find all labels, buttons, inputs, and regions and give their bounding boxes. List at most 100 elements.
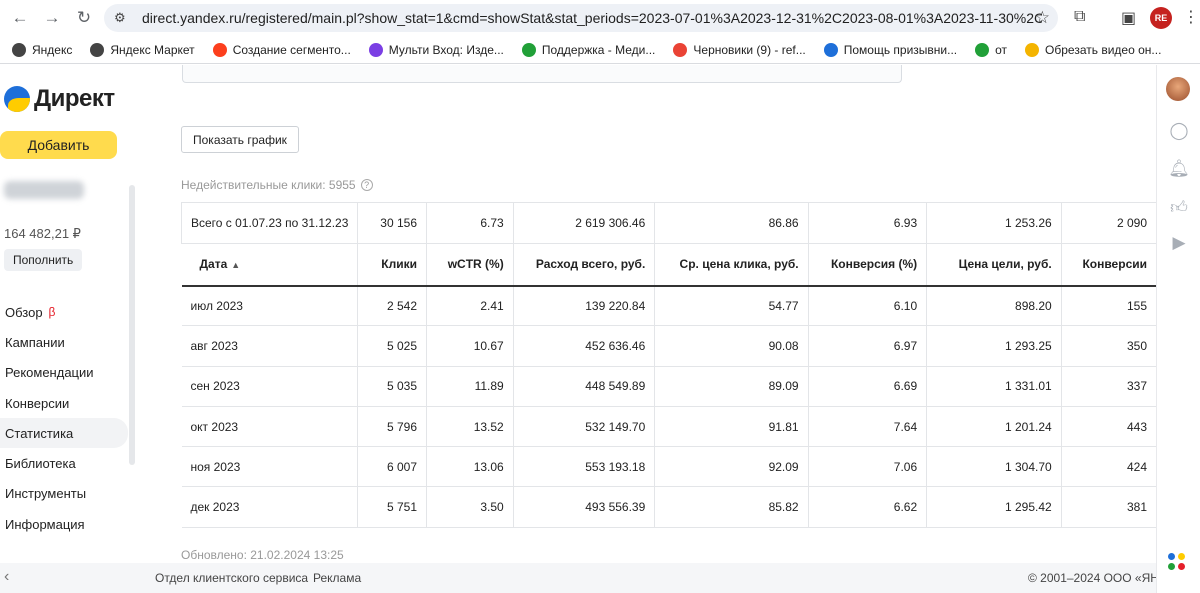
- sidebar-scrollbar[interactable]: [129, 185, 135, 465]
- reload-icon[interactable]: ↻: [72, 6, 96, 30]
- sidebar-menu: Обзор β Кампании Рекомендации Конверсии Стати…: [0, 297, 128, 539]
- bookmark-item[interactable]: Помощь призывни...: [823, 42, 958, 57]
- invalid-clicks-text: Недействительные клики: 5955: [181, 178, 356, 192]
- collapse-sidebar-icon[interactable]: ‹: [4, 568, 9, 586]
- browser-menu-icon[interactable]: ⋮: [1183, 7, 1199, 27]
- show-graph-button[interactable]: Показать график: [181, 126, 299, 153]
- bookmark-item[interactable]: Черновики (9) - ref...: [673, 42, 806, 57]
- chat-icon[interactable]: ◯: [1157, 121, 1200, 141]
- table-cell: 155: [1061, 285, 1156, 327]
- footer-copyright: © 2001–2024 ООО «ЯНДЕКС»: [1028, 571, 1158, 585]
- site-settings-icon[interactable]: ⚙: [114, 10, 136, 26]
- sidebar-item-label: Инструменты: [5, 486, 87, 502]
- bookmark-item[interactable]: Яндекс Маркет: [90, 42, 195, 57]
- bookmark-favicon-icon: [212, 42, 227, 57]
- sidebar-item-label: Обзор: [5, 304, 43, 320]
- sidebar-item-label: Рекомендации: [5, 365, 94, 381]
- footer-link-ads[interactable]: Реклама: [313, 571, 361, 585]
- services-grid-icon[interactable]: [1168, 553, 1188, 573]
- table-cell: 90.08: [654, 325, 809, 367]
- footer-link-client-service[interactable]: Отдел клиентского сервиса: [155, 571, 308, 585]
- column-header[interactable]: Ср. цена клика, руб.: [654, 243, 809, 287]
- table-cell: 7.06: [808, 446, 928, 488]
- logo-text: Директ: [34, 85, 115, 112]
- bookmark-star-icon[interactable]: ☆: [1035, 8, 1050, 28]
- account-name-blurred[interactable]: [4, 181, 84, 199]
- table-cell: июл 2023: [181, 285, 359, 327]
- main-content: Показать график Недействительные клики: …: [138, 65, 1156, 563]
- column-header[interactable]: Конверсия (%): [808, 243, 928, 287]
- table-cell: сен 2023: [181, 366, 359, 407]
- direct-logo[interactable]: Директ: [4, 85, 115, 113]
- filter-panel-bottom: [182, 65, 902, 83]
- bookmark-label: Черновики (9) - ref...: [693, 42, 806, 57]
- table-cell: 1 201.24: [926, 406, 1062, 448]
- sidebar-item[interactable]: Статистика: [0, 418, 128, 449]
- table-row: авг 2023 5 025 10.67 452 636.46 90.08 6.97 1 2…: [181, 325, 1156, 367]
- column-header[interactable]: Расход всего, руб.: [513, 243, 656, 287]
- table-header-row: Дата ▲ Клики wCTR (%) Расход всего, руб. Ср. …: [181, 243, 1156, 287]
- url-text[interactable]: direct.yandex.ru/registered/main.pl?show…: [142, 10, 1042, 26]
- forward-icon[interactable]: →: [40, 6, 64, 30]
- table-cell: 92.09: [654, 446, 809, 488]
- direct-logo-icon: [4, 86, 30, 112]
- sidebar-item[interactable]: Обзор β: [0, 297, 128, 327]
- table-cell: 6.93: [808, 202, 928, 244]
- updated-timestamp: Обновлено: 21.02.2024 13:25: [181, 548, 344, 562]
- sidebar-item[interactable]: Библиотека: [0, 448, 128, 478]
- stats-table: Всего с 01.07.23 по 31.12.23 30 156 6.73 2 …: [180, 202, 1156, 528]
- footer: ‹ Отдел клиентского сервиса Реклама © 20…: [0, 563, 1158, 593]
- table-cell: 452 636.46: [513, 325, 656, 367]
- sidebar-item[interactable]: Конверсии: [0, 388, 128, 418]
- column-header-label: Расход всего, руб.: [535, 257, 646, 272]
- bookmark-item[interactable]: от: [975, 42, 1007, 57]
- table-cell: 337: [1061, 366, 1156, 407]
- user-avatar[interactable]: [1166, 77, 1190, 101]
- sidebar-item[interactable]: Кампании: [0, 327, 128, 357]
- column-header[interactable]: Дата ▲: [181, 243, 359, 287]
- table-row: дек 2023 5 751 3.50 493 556.39 85.82 6.62 1 29…: [181, 486, 1156, 528]
- topup-button[interactable]: Пополнить: [4, 249, 83, 271]
- bookmark-item[interactable]: Мульти Вход: Изде...: [368, 42, 504, 57]
- back-icon[interactable]: ←: [8, 6, 32, 30]
- bell-icon[interactable]: 🔔︎: [1157, 159, 1200, 179]
- bookmark-item[interactable]: Яндекс: [12, 42, 72, 57]
- table-cell: 6.69: [808, 366, 928, 407]
- table-cell: 5 035: [357, 366, 427, 407]
- bookmark-item[interactable]: Поддержка - Меди...: [521, 42, 655, 57]
- table-cell: 7.64: [808, 406, 928, 448]
- table-cell: авг 2023: [181, 325, 359, 367]
- sidebar-item[interactable]: Инструменты: [0, 479, 128, 509]
- sort-ascending-icon[interactable]: ▲: [231, 260, 240, 270]
- extensions-icon[interactable]: ⧉: [1074, 8, 1085, 26]
- bookmark-item[interactable]: Создание сегменто...: [212, 42, 351, 57]
- add-button[interactable]: Добавить: [0, 131, 117, 159]
- table-cell: 6.97: [808, 325, 928, 367]
- sidebar-item[interactable]: Информация: [0, 509, 128, 539]
- address-bar[interactable]: ⚙ direct.yandex.ru/registered/main.pl?sh…: [104, 4, 1058, 32]
- play-icon[interactable]: ▶: [1157, 233, 1200, 253]
- sidebar-item-label: Конверсии: [5, 395, 70, 411]
- table-cell: 6.62: [808, 486, 928, 528]
- bookmark-favicon-icon: [521, 42, 536, 57]
- column-header[interactable]: Конверсии: [1061, 243, 1156, 287]
- column-header[interactable]: Клики: [357, 243, 427, 287]
- column-header[interactable]: wCTR (%): [426, 243, 514, 287]
- table-cell: 350: [1061, 325, 1156, 367]
- help-icon[interactable]: ?: [360, 179, 373, 191]
- column-header-label: Клики: [381, 257, 417, 272]
- column-header[interactable]: Цена цели, руб.: [926, 243, 1062, 287]
- table-cell: 1 293.25: [926, 325, 1062, 367]
- bookmark-item[interactable]: Обрезать видео он...: [1025, 42, 1161, 57]
- beta-badge: β: [48, 305, 56, 320]
- sidepanel-icon[interactable]: ▣: [1121, 8, 1136, 28]
- table-cell: 1 331.01: [926, 366, 1062, 407]
- bookmark-favicon-icon: [1025, 42, 1040, 57]
- bookmark-favicon-icon: [673, 42, 688, 57]
- table-row: июл 2023 2 542 2.41 139 220.84 54.77 6.10 898.…: [181, 285, 1156, 327]
- bookmark-label: Помощь призывни...: [843, 42, 958, 57]
- profile-avatar[interactable]: RE: [1150, 7, 1172, 29]
- table-cell: 85.82: [654, 486, 809, 528]
- sidebar-item[interactable]: Рекомендации: [0, 358, 128, 388]
- thumbs-up-icon[interactable]: 👍︎: [1157, 197, 1200, 218]
